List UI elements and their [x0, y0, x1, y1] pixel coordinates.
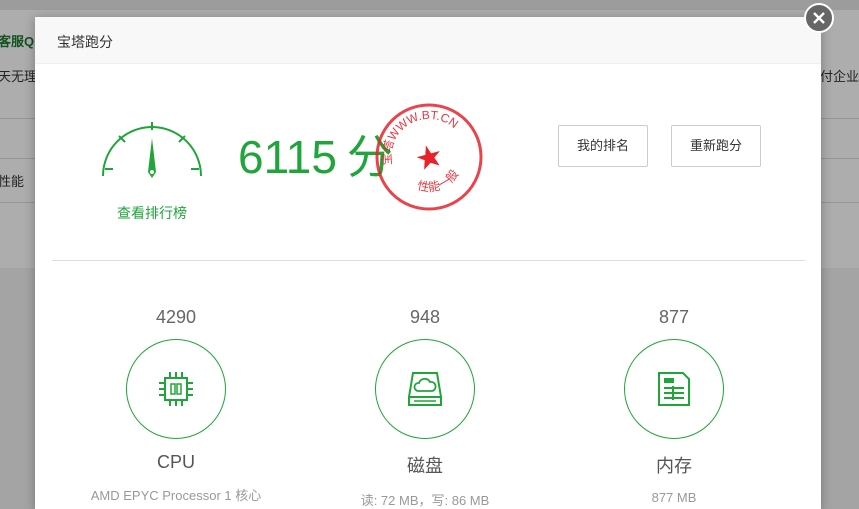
gauge-icon[interactable] — [97, 114, 207, 184]
my-rank-button[interactable]: 我的排名 — [558, 125, 648, 167]
cpu-label: CPU — [156, 452, 195, 472]
metric-disk: 948 磁盘 读: 72 MB，写: 86 MB — [325, 307, 525, 509]
performance-stamp: 宝塔WWW.BT.CN 性能一般 — [373, 101, 483, 211]
cpu-detail: AMD EPYC Processor 1 核心 — [90, 488, 262, 503]
section-divider — [52, 260, 805, 261]
metric-memory: 877 内存 877 MB — [574, 307, 774, 505]
disk-detail: 读: 72 MB，写: 86 MB — [360, 493, 490, 508]
cpu-circle — [126, 339, 226, 439]
benchmark-dialog: 宝塔跑分 查看排行榜 6115 分 宝塔WWW.BT.CN 性能一般 我的排名 重… — [35, 17, 821, 509]
svg-text:性能一般: 性能一般 — [412, 164, 464, 201]
disk-label: 磁盘 — [407, 456, 443, 476]
dialog-header: 宝塔跑分 — [35, 17, 821, 64]
close-button[interactable] — [804, 3, 834, 33]
memory-detail: 877 MB — [651, 490, 697, 505]
close-icon — [813, 12, 825, 24]
memory-label: 内存 — [656, 456, 692, 476]
memory-circle — [624, 339, 724, 439]
disk-score: 948 — [409, 307, 441, 327]
disk-circle — [375, 339, 475, 439]
svg-text:宝塔WWW.BT.CN: 宝塔WWW.BT.CN — [373, 101, 464, 171]
memory-score: 877 — [658, 307, 690, 327]
disk-icon — [408, 372, 442, 406]
score-value: 6115 — [238, 131, 337, 183]
stamp-bottom-text: 性能一般 — [412, 164, 464, 201]
memory-icon — [658, 372, 690, 406]
stamp-top-text: 宝塔WWW.BT.CN — [373, 101, 464, 171]
dialog-title: 宝塔跑分 — [57, 34, 113, 50]
metric-cpu: 4290 CPU AMD EPYC Processor 1 核心 — [76, 307, 276, 504]
retest-button[interactable]: 重新跑分 — [671, 125, 761, 167]
view-leaderboard-link[interactable]: 查看排行榜 — [97, 203, 207, 223]
total-score: 6115 分 — [238, 121, 393, 187]
cpu-icon — [159, 372, 193, 406]
cpu-score: 4290 — [155, 307, 197, 327]
